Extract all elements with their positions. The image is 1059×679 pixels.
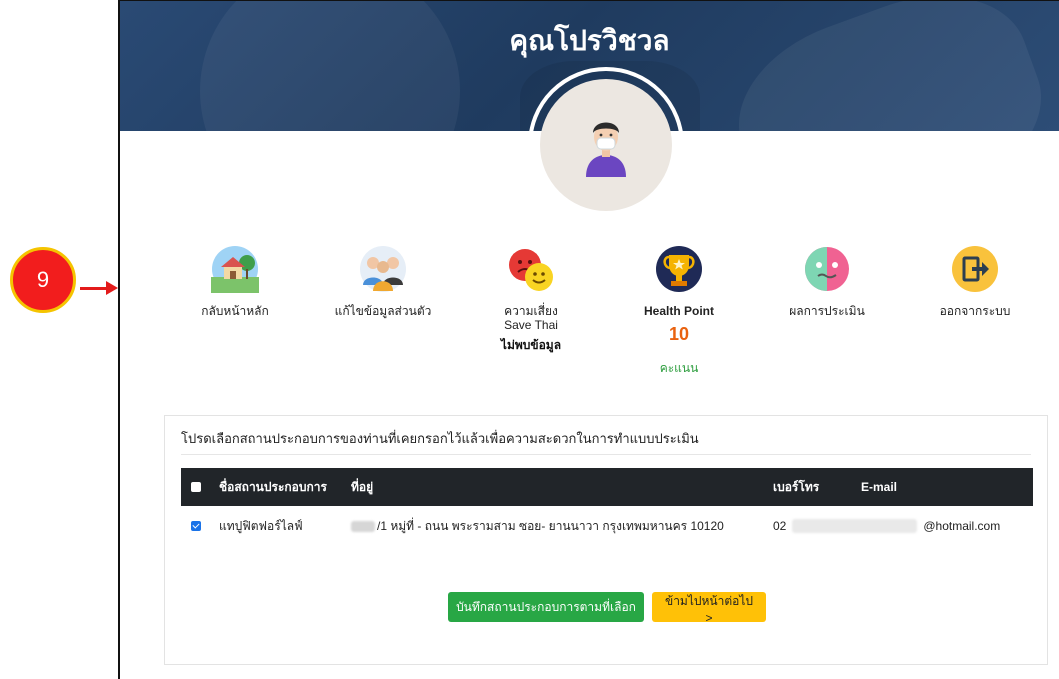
menu-risk-sub: Save Thai bbox=[504, 318, 558, 332]
menu-risk[interactable]: ความเสี่ยง Save Thai ไม่พบข้อมูล bbox=[456, 245, 606, 355]
col-business-name: ชื่อสถานประกอบการ bbox=[219, 479, 327, 494]
menu-assessment-result-label: ผลการประเมิน bbox=[789, 304, 865, 318]
menu-health-point-label: Health Point bbox=[643, 304, 714, 318]
business-table: ชื่อสถานประกอบการ ที่อยู่ เบอร์โทร E-mai… bbox=[181, 468, 1033, 546]
step-badge: 9 bbox=[10, 247, 76, 313]
profile-page: คุณโปรวิชวล กลับหน้าหลัก แก้ไขข้อมูลส่วน… bbox=[118, 0, 1059, 679]
health-point-value: 10 bbox=[668, 324, 690, 344]
select-all-checkbox[interactable] bbox=[191, 482, 201, 492]
user-masked-icon bbox=[586, 122, 626, 177]
step-number: 9 bbox=[36, 267, 50, 292]
col-email: E-mail bbox=[861, 480, 898, 494]
col-phone: เบอร์โทร bbox=[773, 479, 820, 494]
logout-icon bbox=[952, 246, 998, 292]
faces-icon bbox=[509, 249, 553, 291]
row-phone: 02 bbox=[773, 519, 787, 533]
menu-logout[interactable]: ออกจากระบบ bbox=[900, 245, 1050, 318]
menu-risk-label: ความเสี่ยง bbox=[504, 304, 558, 318]
menu-assessment-result[interactable]: ผลการประเมิน bbox=[752, 245, 902, 318]
menu-home-label: กลับหน้าหลัก bbox=[201, 304, 269, 318]
home-icon bbox=[211, 246, 259, 293]
col-address: ที่อยู่ bbox=[351, 479, 374, 494]
row-address: /1 หมู่ที่ - ถนน พระรามสาม ซอย- ยานนาวา … bbox=[351, 506, 724, 546]
menu-edit-profile[interactable]: แก้ไขข้อมูลส่วนตัว bbox=[308, 245, 458, 318]
menu-edit-profile-label: แก้ไขข้อมูลส่วนตัว bbox=[334, 304, 432, 318]
page-title: คุณโปรวิชวล bbox=[509, 25, 670, 56]
table-row[interactable]: แทปูฟิตฟอร์ไลฟ์ /1 หมู่ที่ - ถนน พระรามส… bbox=[181, 506, 1033, 546]
menu-home[interactable]: กลับหน้าหลัก bbox=[160, 245, 310, 318]
health-point-unit: คะแนน bbox=[659, 361, 699, 375]
skip-next-page-button[interactable]: ข้ามไปหน้าต่อไป > bbox=[652, 592, 766, 625]
table-header: ชื่อสถานประกอบการ ที่อยู่ เบอร์โทร E-mai… bbox=[181, 468, 1033, 506]
profile-menu: กลับหน้าหลัก แก้ไขข้อมูลส่วนตัว ความเสี่… bbox=[160, 245, 1059, 375]
row-checkbox[interactable] bbox=[191, 521, 201, 531]
redacted-contact bbox=[792, 519, 918, 533]
business-selection-panel: โปรดเลือกสถานประกอบการของท่านที่เคยกรอกไ… bbox=[164, 415, 1048, 665]
avatar bbox=[540, 79, 672, 211]
redacted-address bbox=[351, 520, 375, 532]
save-selected-business-button[interactable]: บันทึกสถานประกอบการตามที่เลือก bbox=[448, 592, 644, 622]
row-contact: 02 @hotmail.com bbox=[773, 506, 1000, 546]
trophy-icon bbox=[656, 246, 702, 292]
callout-arrow bbox=[80, 287, 108, 290]
row-address-text: /1 หมู่ที่ - ถนน พระรามสาม ซอย- ยานนาวา … bbox=[377, 518, 724, 533]
menu-risk-status: ไม่พบข้อมูล bbox=[500, 338, 562, 352]
menu-logout-label: ออกจากระบบ bbox=[939, 304, 1011, 318]
people-icon bbox=[360, 246, 406, 292]
callout-arrow-head bbox=[106, 281, 118, 295]
panel-divider bbox=[181, 454, 1031, 455]
assessment-face-icon bbox=[805, 247, 849, 291]
menu-health-point[interactable]: Health Point 10 คะแนน bbox=[604, 245, 754, 378]
row-email: @hotmail.com bbox=[923, 519, 1001, 533]
panel-heading: โปรดเลือกสถานประกอบการของท่านที่เคยกรอกไ… bbox=[181, 431, 699, 446]
row-business-name: แทปูฟิตฟอร์ไลฟ์ bbox=[219, 518, 303, 533]
